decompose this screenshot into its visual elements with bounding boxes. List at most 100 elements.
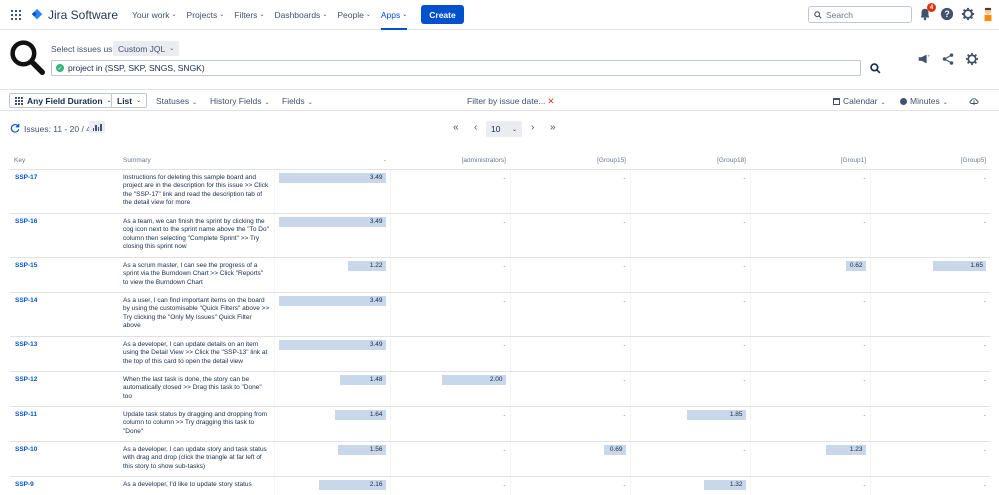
column-header[interactable]: [Group1]: [750, 152, 870, 170]
next-page-button[interactable]: ›: [531, 122, 534, 133]
duration-cell: 3.49: [273, 292, 390, 337]
statuses-label: Statuses: [156, 96, 190, 106]
nav-item-people[interactable]: People ⌄: [337, 0, 371, 30]
chevron-down-icon: ⌄: [307, 100, 313, 106]
issue-key-link[interactable]: SSP-15: [10, 257, 119, 293]
fields-dropdown[interactable]: Fields ⌄: [282, 96, 313, 106]
duration-cell: -: [509, 476, 630, 495]
column-header[interactable]: [Group18]: [630, 152, 750, 170]
calendar-icon: [833, 98, 840, 105]
logo-text: Jira Software: [48, 7, 119, 22]
jql-mode-select[interactable]: Custom JQL ⌄: [113, 41, 180, 56]
chart-toggle-icon[interactable]: [89, 121, 105, 133]
statuses-dropdown[interactable]: Statuses ⌄: [156, 96, 197, 106]
any-field-duration-label: Any Field Duration: [27, 95, 103, 106]
run-search-icon[interactable]: [870, 63, 881, 74]
help-icon[interactable]: ?: [940, 7, 954, 21]
last-page-button[interactable]: »: [550, 122, 556, 133]
announce-megaphone-icon[interactable]: +: [917, 52, 931, 66]
duration-cell: -: [509, 257, 630, 293]
jira-logo[interactable]: Jira Software: [30, 8, 118, 22]
nav-item-dashboards[interactable]: Dashboards ⌄: [274, 0, 327, 30]
table-row: SSP-16 As a team, we can finish the sprin…: [10, 213, 990, 258]
duration-cell: -: [389, 476, 510, 495]
column-header[interactable]: Summary: [119, 152, 274, 170]
report-toolbar: Any Field Duration ⌄ List ⌄ Statuses ⌄ Hi…: [0, 89, 999, 111]
empty-value: -: [743, 262, 746, 270]
duration-cell: 1.23: [749, 441, 870, 477]
duration-value: 0.62: [849, 262, 863, 269]
column-header[interactable]: [Group5]: [870, 152, 990, 170]
duration-cell: -: [389, 441, 510, 477]
duration-value: 1.48: [369, 376, 383, 383]
previous-page-button[interactable]: ‹: [474, 122, 477, 133]
empty-value: -: [983, 174, 986, 182]
nav-item-filters[interactable]: Filters ⌄: [234, 0, 264, 30]
app-switcher-icon[interactable]: [11, 9, 21, 20]
column-header[interactable]: Key: [10, 152, 119, 170]
history-fields-dropdown[interactable]: History Fields ⌄: [210, 96, 270, 106]
duration-bar: 3.49: [278, 339, 386, 350]
list-view-button[interactable]: List ⌄: [111, 93, 148, 108]
clear-filter-icon[interactable]: ✕: [547, 96, 554, 106]
filter-by-date-button[interactable]: Filter by issue date... ✕: [467, 96, 555, 107]
nav-item-projects[interactable]: Projects ⌄: [187, 0, 225, 30]
column-header[interactable]: -: [274, 152, 390, 170]
empty-value: -: [503, 446, 506, 454]
magnifier-logo-icon: [10, 40, 45, 75]
duration-cell: -: [389, 336, 510, 372]
minutes-label: Minutes: [910, 96, 940, 106]
empty-value: -: [623, 297, 626, 305]
duration-value: 0.69: [609, 446, 623, 453]
issue-key-link[interactable]: SSP-13: [10, 336, 119, 372]
first-page-button[interactable]: «: [453, 122, 459, 133]
table-row: SSP-15 As a scrum master, I can see the p…: [10, 257, 990, 293]
nav-item-label: Apps: [380, 9, 401, 20]
issue-key-link[interactable]: SSP-14: [10, 292, 119, 337]
issue-key-link[interactable]: SSP-10: [10, 441, 119, 477]
issue-summary: As a developer, I can update story and t…: [119, 441, 274, 477]
configure-gear-icon[interactable]: [965, 52, 979, 66]
issue-key-link[interactable]: SSP-11: [10, 406, 119, 442]
create-button[interactable]: Create: [421, 5, 464, 24]
chevron-down-icon: ⌄: [259, 12, 265, 18]
duration-cell: -: [749, 292, 870, 337]
column-header[interactable]: [Group15]: [510, 152, 630, 170]
chevron-down-icon: ⌄: [192, 100, 198, 106]
export-cloud-icon[interactable]: [969, 96, 979, 106]
table-row: SSP-12 When the last task is done, the st…: [10, 371, 990, 407]
table-header-row: Key Summary - [administrators] [Group15] [Gro…: [10, 152, 990, 170]
any-field-duration-button[interactable]: Any Field Duration ⌄: [9, 93, 118, 108]
page-size-select[interactable]: 10 ⌄: [486, 121, 522, 137]
svg-text:+: +: [928, 53, 931, 58]
settings-gear-icon[interactable]: [961, 7, 975, 21]
issue-key-link[interactable]: SSP-9: [10, 476, 119, 495]
duration-cell: -: [869, 336, 990, 372]
duration-cell: 1.85: [629, 406, 750, 442]
duration-cell: -: [389, 257, 510, 293]
time-unit-dropdown[interactable]: Minutes ⌄: [900, 96, 948, 106]
issue-key-link[interactable]: SSP-12: [10, 371, 119, 407]
issue-key-link[interactable]: SSP-17: [10, 169, 119, 214]
chevron-down-icon: ⌄: [136, 98, 142, 104]
duration-cell: -: [749, 406, 870, 442]
share-icon[interactable]: [941, 52, 955, 66]
refresh-icon[interactable]: [10, 123, 20, 133]
jql-query-input[interactable]: ✓ project in (SSP, SKP, SNGS, SNGK): [51, 60, 861, 76]
duration-bar: 1.32: [635, 479, 746, 490]
calendar-dropdown[interactable]: Calendar ⌄: [833, 96, 886, 106]
duration-cell: -: [749, 169, 870, 214]
duration-cell: -: [629, 292, 750, 337]
column-header[interactable]: [administrators]: [390, 152, 510, 170]
page-size-value: 10: [491, 124, 501, 134]
user-avatar[interactable]: [982, 7, 994, 21]
nav-item-apps[interactable]: Apps ⌄: [380, 0, 408, 30]
search-input[interactable]: Search: [808, 6, 912, 23]
duration-cell: -: [509, 371, 630, 407]
empty-value: -: [503, 262, 506, 270]
duration-bar: 2.16: [279, 479, 386, 490]
duration-cell: -: [389, 292, 510, 337]
nav-item-your-work[interactable]: Your work ⌄: [132, 0, 177, 30]
duration-cell: -: [749, 336, 870, 372]
issue-key-link[interactable]: SSP-16: [10, 213, 119, 258]
